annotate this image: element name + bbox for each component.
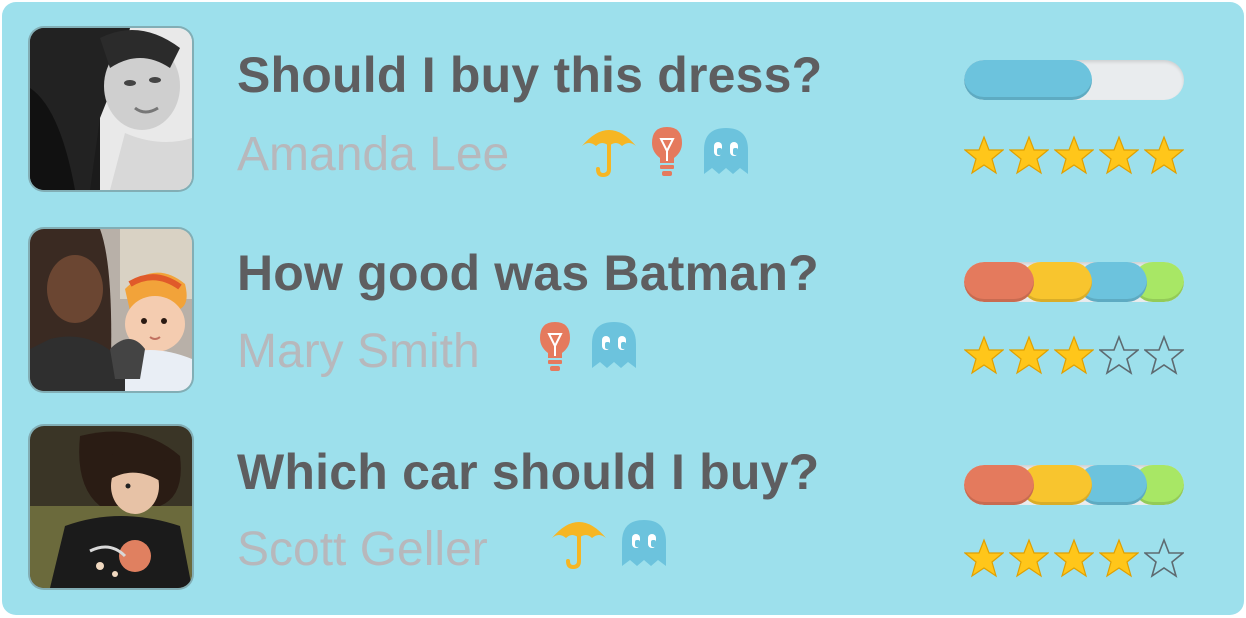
question-row[interactable]: Which car should I buy? Scott Geller [2,400,1244,590]
umbrella-icon [580,122,638,185]
star-rating[interactable] [964,135,1184,175]
poll-progress-segment [964,60,1092,100]
author-name[interactable]: Amanda Lee [237,127,509,182]
star-filled-icon[interactable] [964,135,1004,175]
question-row[interactable]: How good was Batman? Mary Smith [2,202,1244,392]
ghost-icon [702,126,750,181]
ghost-icon [590,320,638,375]
question-title[interactable]: How good was Batman? [237,244,819,302]
avatar[interactable] [30,28,192,190]
lightbulb-icon [650,125,684,182]
star-filled-icon[interactable] [1009,335,1049,375]
poll-progress-bar [964,465,1184,505]
question-title[interactable]: Should I buy this dress? [237,46,822,104]
star-filled-icon[interactable] [964,335,1004,375]
avatar[interactable] [30,229,192,391]
star-empty-icon[interactable] [1144,538,1184,578]
star-empty-icon[interactable] [1144,335,1184,375]
lightbulb-icon [538,320,572,377]
star-filled-icon[interactable] [1009,135,1049,175]
star-empty-icon[interactable] [1099,335,1139,375]
poll-progress-segment [964,465,1035,505]
ghost-icon [620,518,668,573]
star-filled-icon[interactable] [1054,335,1094,375]
author-name[interactable]: Scott Geller [237,522,488,577]
star-filled-icon[interactable] [1099,135,1139,175]
star-filled-icon[interactable] [1054,538,1094,578]
avatar[interactable] [30,426,192,588]
star-filled-icon[interactable] [964,538,1004,578]
star-filled-icon[interactable] [1144,135,1184,175]
star-filled-icon[interactable] [1009,538,1049,578]
question-title[interactable]: Which car should I buy? [237,443,819,501]
question-row[interactable]: Should I buy this dress? Amanda Lee [2,2,1244,192]
umbrella-icon [550,514,608,577]
poll-progress-segment [964,262,1035,302]
star-filled-icon[interactable] [1054,135,1094,175]
question-list-panel: Should I buy this dress? Amanda Lee How … [2,2,1244,615]
star-rating[interactable] [964,335,1184,375]
author-name[interactable]: Mary Smith [237,324,480,379]
poll-progress-bar [964,262,1184,302]
poll-progress-bar [964,60,1184,100]
star-rating[interactable] [964,538,1184,578]
star-filled-icon[interactable] [1099,538,1139,578]
